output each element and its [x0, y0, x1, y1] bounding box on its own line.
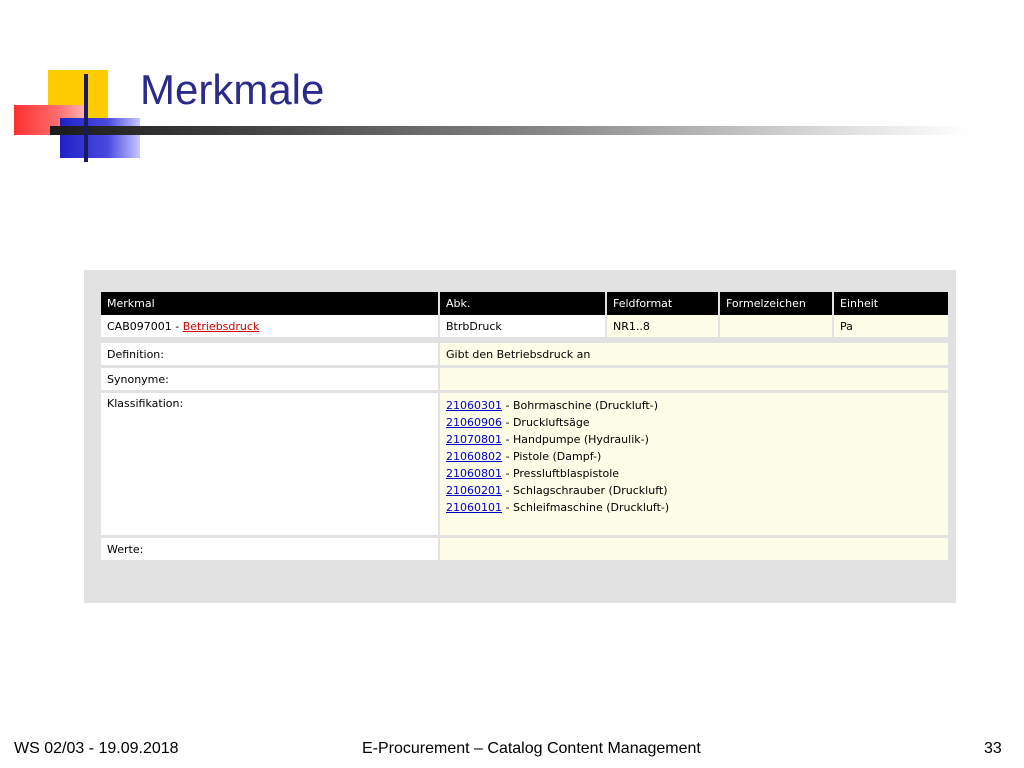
list-item: 21060101 - Schleifmaschine (Druckluft-)	[446, 499, 942, 516]
column-header-merkmal: Merkmal	[101, 292, 440, 315]
merkmal-table: Merkmal Abk. Feldformat Formelzeichen Ei…	[101, 292, 948, 560]
list-item: 21060301 - Bohrmaschine (Druckluft-)	[446, 397, 942, 414]
werte-value	[440, 538, 948, 560]
formelzeichen-cell	[720, 315, 834, 337]
decoration-vertical-line	[84, 74, 88, 162]
column-header-feldformat: Feldformat	[607, 292, 720, 315]
klassifikation-code-link[interactable]: 21060201	[446, 484, 502, 497]
einheit-cell: Pa	[834, 315, 948, 337]
slide-title: Merkmale	[140, 66, 325, 113]
klassifikation-text: - Pressluftblaspistole	[502, 467, 620, 480]
werte-row: Werte:	[101, 538, 948, 560]
definition-value: Gibt den Betriebsdruck an	[440, 343, 948, 365]
klassifikation-text: - Schleifmaschine (Druckluft-)	[502, 501, 670, 514]
synonyme-row: Synonyme:	[101, 368, 948, 390]
klassifikation-code-link[interactable]: 21060802	[446, 450, 502, 463]
list-item: 21060906 - Druckluftsäge	[446, 414, 942, 431]
klassifikation-row: Klassifikation: 21060301 - Bohrmaschine …	[101, 393, 948, 535]
merkmal-name-link[interactable]: Betriebsdruck	[183, 320, 260, 333]
klassifikation-text: - Pistole (Dampf-)	[502, 450, 602, 463]
web-page-screenshot: Merkmal Abk. Feldformat Formelzeichen Ei…	[84, 270, 956, 603]
klassifikation-code-link[interactable]: 21060801	[446, 467, 502, 480]
list-item: 21060201 - Schlagschrauber (Druckluft)	[446, 482, 942, 499]
decoration-blue-bar	[60, 118, 140, 158]
list-item: 21060802 - Pistole (Dampf-)	[446, 448, 942, 465]
klassifikation-value: 21060301 - Bohrmaschine (Druckluft-) 210…	[440, 393, 948, 535]
klassifikation-code-link[interactable]: 21060301	[446, 399, 502, 412]
table-header-row: Merkmal Abk. Feldformat Formelzeichen Ei…	[101, 292, 948, 315]
definition-label: Definition:	[101, 343, 440, 365]
merkmal-separator: -	[171, 319, 183, 333]
list-item: 21070801 - Handpumpe (Hydraulik-)	[446, 431, 942, 448]
merkmal-cell: CAB097001 - Betriebsdruck	[101, 315, 440, 337]
list-item: 21060801 - Pressluftblaspistole	[446, 465, 942, 482]
footer-course-title: E-Procurement – Catalog Content Manageme…	[362, 740, 701, 757]
footer-date: WS 02/03 - 19.09.2018	[14, 740, 179, 757]
klassifikation-code-link[interactable]: 21060906	[446, 416, 502, 429]
klassifikation-text: - Druckluftsäge	[502, 416, 590, 429]
feldformat-cell: NR1..8	[607, 315, 720, 337]
klassifikation-text: - Handpumpe (Hydraulik-)	[502, 433, 649, 446]
klassifikation-label: Klassifikation:	[101, 393, 440, 535]
table-row: CAB097001 - Betriebsdruck BtrbDruck NR1.…	[101, 315, 948, 337]
column-header-formelzeichen: Formelzeichen	[720, 292, 834, 315]
klassifikation-code-link[interactable]: 21070801	[446, 433, 502, 446]
klassifikation-text: - Bohrmaschine (Druckluft-)	[502, 399, 658, 412]
merkmal-id: CAB097001	[107, 319, 172, 333]
klassifikation-code-link[interactable]: 21060101	[446, 501, 502, 514]
column-header-einheit: Einheit	[834, 292, 948, 315]
column-header-abk: Abk.	[440, 292, 607, 315]
page-number: 33	[984, 740, 1002, 757]
synonyme-label: Synonyme:	[101, 368, 440, 390]
decoration-horizontal-line	[50, 126, 970, 135]
klassifikation-text: - Schlagschrauber (Druckluft)	[502, 484, 668, 497]
definition-row: Definition: Gibt den Betriebsdruck an	[101, 343, 948, 365]
abk-cell: BtrbDruck	[440, 315, 607, 337]
werte-label: Werte:	[101, 538, 440, 560]
synonyme-value	[440, 368, 948, 390]
